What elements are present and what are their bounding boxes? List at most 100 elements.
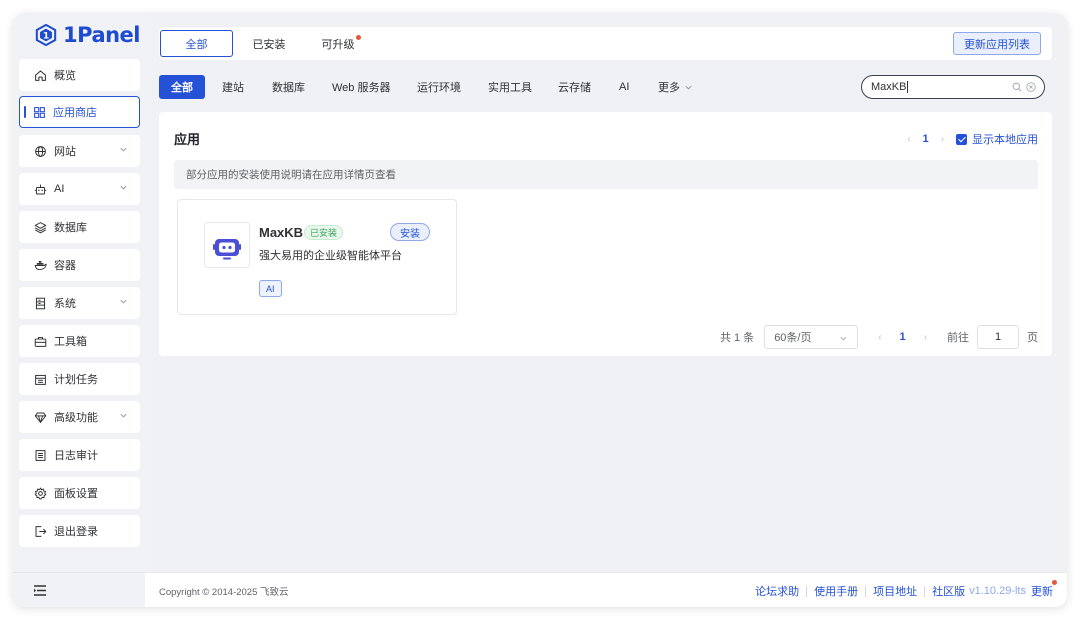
search-icon[interactable]	[1012, 82, 1022, 92]
app-category-tag: AI	[259, 280, 282, 297]
next-page-icon[interactable]: ›	[941, 134, 944, 145]
goto-page-input[interactable]: 1	[977, 325, 1019, 349]
page-suffix: 页	[1027, 332, 1038, 344]
brand-logo[interactable]: 1 1Panel	[35, 22, 141, 48]
current-page[interactable]: 1	[923, 133, 929, 145]
panel-title: 应用	[174, 132, 201, 147]
prev-page-icon[interactable]: ‹	[907, 134, 910, 145]
category-more-label: 更多	[658, 82, 680, 94]
sidebar-item-toolbox[interactable]: 工具箱	[19, 325, 140, 357]
clear-icon[interactable]	[1026, 82, 1036, 92]
sidebar-item-app-store[interactable]: 应用商店	[19, 96, 140, 128]
sidebar-item-label: 工具箱	[54, 336, 87, 348]
version-text[interactable]: v1.10.29-lts	[969, 585, 1026, 597]
sidebar-item-logout[interactable]: 退出登录	[19, 515, 140, 547]
sidebar-footer	[13, 572, 145, 607]
current-page[interactable]: 1	[900, 331, 906, 343]
sidebar-item-system[interactable]: 系统	[19, 287, 140, 319]
chevron-down-icon	[120, 185, 127, 190]
notification-dot	[355, 35, 361, 40]
tab-all[interactable]: 全部	[160, 30, 233, 57]
checkbox-checked-icon	[956, 133, 967, 145]
app-window: 1 1Panel 概览 应用商店 网站 AI 数据库 容器 系统 工具箱 计划任…	[13, 13, 1067, 607]
sidebar-item-database[interactable]: 数据库	[19, 211, 140, 243]
category-storage[interactable]: 云存储	[558, 75, 591, 99]
apps-panel: 应用 ‹ 1 › 显示本地应用 部分应用的安装使用说明请在应用详情页查看 Max…	[159, 112, 1052, 356]
maxkb-logo-icon	[204, 222, 250, 268]
show-local-apps-label: 显示本地应用	[972, 134, 1038, 146]
sidebar: 1 1Panel 概览 应用商店 网站 AI 数据库 容器 系统 工具箱 计划任…	[13, 13, 145, 607]
layers-icon	[34, 221, 47, 233]
sidebar-item-ai[interactable]: AI	[19, 173, 140, 205]
install-button[interactable]: 安装	[390, 223, 430, 241]
page-size-value: 60条/页	[774, 332, 812, 344]
app-store-tabs: 全部 已安装 可升级 更新应用列表	[159, 27, 1052, 60]
sidebar-item-label: 数据库	[54, 222, 87, 234]
divider	[924, 585, 926, 597]
footer: Copyright © 2014-2025 飞致云 论坛求助 使用手册 项目地址…	[145, 572, 1067, 607]
notification-dot	[1052, 580, 1057, 585]
chevron-down-icon	[120, 147, 127, 152]
tab-upgradable[interactable]: 可升级	[317, 30, 365, 57]
edition-link[interactable]: 社区版	[932, 583, 965, 599]
manual-link[interactable]: 使用手册	[814, 583, 858, 599]
update-link[interactable]: 更新	[1031, 580, 1057, 599]
forum-link[interactable]: 论坛求助	[755, 583, 799, 599]
goto-label: 前往	[947, 332, 969, 344]
total-count: 共 1 条	[719, 332, 755, 344]
page-size-select[interactable]: 60条/页	[764, 325, 859, 349]
sidebar-item-panel-settings[interactable]: 面板设置	[19, 477, 140, 509]
sidebar-item-label: 高级功能	[54, 412, 98, 424]
category-runtime[interactable]: 运行环境	[417, 75, 461, 99]
globe-icon	[35, 145, 46, 157]
category-website[interactable]: 建站	[222, 75, 244, 99]
sidebar-item-cron-jobs[interactable]: 计划任务	[19, 363, 140, 395]
svg-text:1: 1	[43, 31, 49, 42]
search-input-value: MaxKB	[871, 81, 907, 93]
server-icon	[35, 297, 46, 309]
sidebar-item-label: 计划任务	[54, 374, 98, 386]
divider	[865, 585, 867, 597]
sidebar-item-log-audit[interactable]: 日志审计	[19, 439, 140, 471]
project-link[interactable]: 项目地址	[873, 583, 917, 599]
category-tools[interactable]: 实用工具	[488, 75, 532, 99]
category-web-server[interactable]: Web 服务器	[332, 75, 390, 99]
prev-page-icon[interactable]: ‹	[878, 332, 881, 343]
home-icon	[35, 70, 46, 81]
app-card-maxkb[interactable]: MaxKB 已安装 安装 强大易用的企业级智能体平台 AI	[177, 199, 457, 315]
sidebar-item-advanced[interactable]: 高级功能	[19, 401, 140, 433]
sidebar-item-website[interactable]: 网站	[19, 135, 140, 167]
sidebar-item-label: AI	[54, 183, 65, 195]
install-notice: 部分应用的安装使用说明请在应用详情页查看	[174, 160, 1038, 189]
docker-whale-icon	[34, 260, 47, 270]
footer-links: 论坛求助 使用手册 项目地址 社区版 v1.10.29-lts 更新	[755, 580, 1057, 599]
chevron-down-icon	[120, 299, 127, 304]
robot-chat-icon	[213, 239, 241, 260]
app-description: 强大易用的企业级智能体平台	[259, 250, 402, 262]
sidebar-item-label: 网站	[54, 146, 76, 158]
sidebar-item-label: 容器	[54, 260, 76, 272]
top-pagination: ‹ 1 › 显示本地应用	[907, 131, 1038, 147]
sidebar-item-label: 应用商店	[53, 107, 97, 119]
calendar-icon	[35, 374, 46, 385]
refresh-app-list-button[interactable]: 更新应用列表	[953, 32, 1041, 55]
diamond-icon	[34, 412, 47, 423]
next-page-icon[interactable]: ›	[924, 332, 927, 343]
category-database[interactable]: 数据库	[272, 75, 305, 99]
settings-icon	[34, 486, 47, 499]
sidebar-item-label: 概览	[54, 70, 76, 82]
category-more-dropdown[interactable]: 更多	[658, 75, 693, 99]
category-all[interactable]: 全部	[159, 75, 205, 99]
sidebar-item-container[interactable]: 容器	[19, 249, 140, 281]
sidebar-item-overview[interactable]: 概览	[19, 59, 140, 91]
apps-grid-icon	[34, 106, 45, 118]
category-ai[interactable]: AI	[619, 75, 629, 99]
sidebar-item-label: 日志审计	[54, 450, 98, 462]
tab-installed[interactable]: 已安装	[243, 30, 295, 57]
menu-collapse-icon[interactable]	[33, 584, 47, 597]
copyright-text: Copyright © 2014-2025 飞致云	[159, 587, 289, 598]
show-local-apps-checkbox[interactable]: 显示本地应用	[956, 131, 1038, 147]
brand-name: 1Panel	[63, 23, 141, 47]
app-search-input[interactable]: MaxKB	[861, 75, 1045, 99]
logo-icon: 1	[35, 24, 57, 46]
